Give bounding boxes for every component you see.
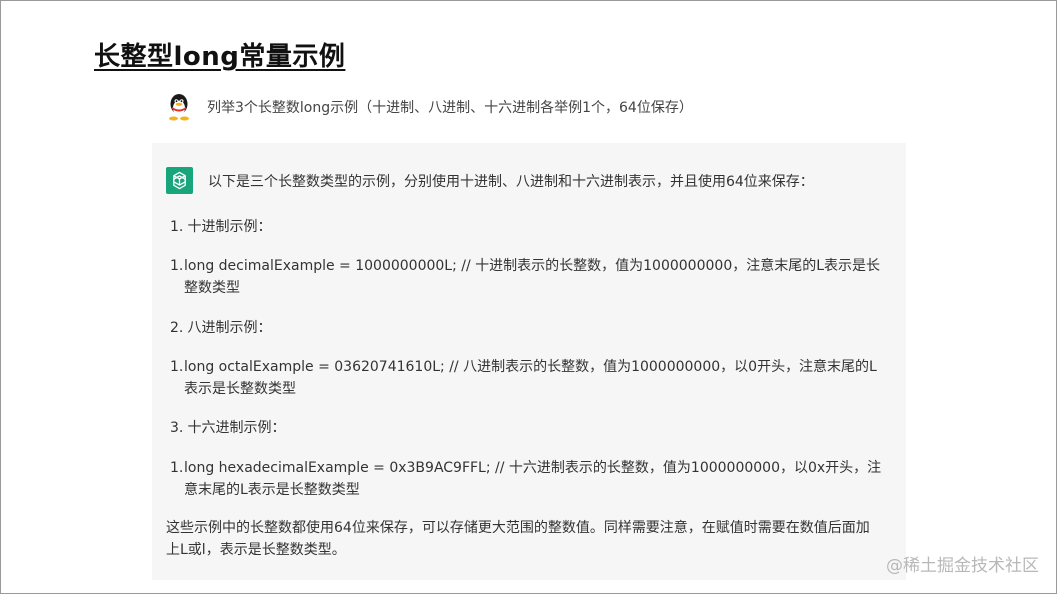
assistant-answer: 以下是三个长整数类型的示例，分别使用十进制、八进制和十六进制表示，并且使用64位… [152, 143, 906, 580]
list-number: 1. [170, 219, 184, 235]
list-number: 1. [170, 359, 184, 375]
user-message-row: 列举3个长整数long示例（十进制、八进制、十六进制各举例1个，64位保存） [167, 92, 693, 122]
user-message-text: 列举3个长整数long示例（十进制、八进制、十六进制各举例1个，64位保存） [207, 100, 693, 116]
list-item: 1. long decimalExample = 1000000000L; //… [170, 255, 885, 299]
openai-logo-icon [166, 167, 193, 194]
list-number: 1. [170, 258, 184, 274]
section-heading: 八进制示例： [187, 320, 272, 336]
answer-intro: 以下是三个长整数类型的示例，分别使用十进制、八进制和十六进制表示，并且使用64位… [208, 174, 814, 190]
qq-penguin-icon [169, 94, 189, 121]
code-example: long hexadecimalExample = 0x3B9AC9FFL; /… [184, 460, 882, 498]
list-item: 3. 十六进制示例： [170, 417, 285, 439]
list-item: 1. long hexadecimalExample = 0x3B9AC9FFL… [170, 457, 885, 501]
list-item: 1. long octalExample = 03620741610L; // … [170, 356, 885, 400]
list-item: 1. 十进制示例： [170, 216, 271, 238]
list-number: 2. [170, 320, 184, 336]
page-title: 长整型long常量示例 [94, 42, 346, 72]
list-number: 3. [170, 420, 184, 436]
openai-knot-icon [173, 171, 186, 190]
code-example: long octalExample = 03620741610L; // 八进制… [184, 359, 877, 397]
answer-summary: 这些示例中的长整数都使用64位来保存，可以存储更大范围的整数值。同样需要注意，在… [166, 520, 870, 558]
section-heading: 十进制示例： [187, 219, 272, 235]
watermark: @稀土掘金技术社区 [886, 556, 1039, 576]
list-item: 2. 八进制示例： [170, 317, 271, 339]
code-example: long decimalExample = 1000000000L; // 十进… [184, 258, 881, 296]
section-heading: 十六进制示例： [187, 420, 286, 436]
list-number: 1. [170, 460, 184, 476]
